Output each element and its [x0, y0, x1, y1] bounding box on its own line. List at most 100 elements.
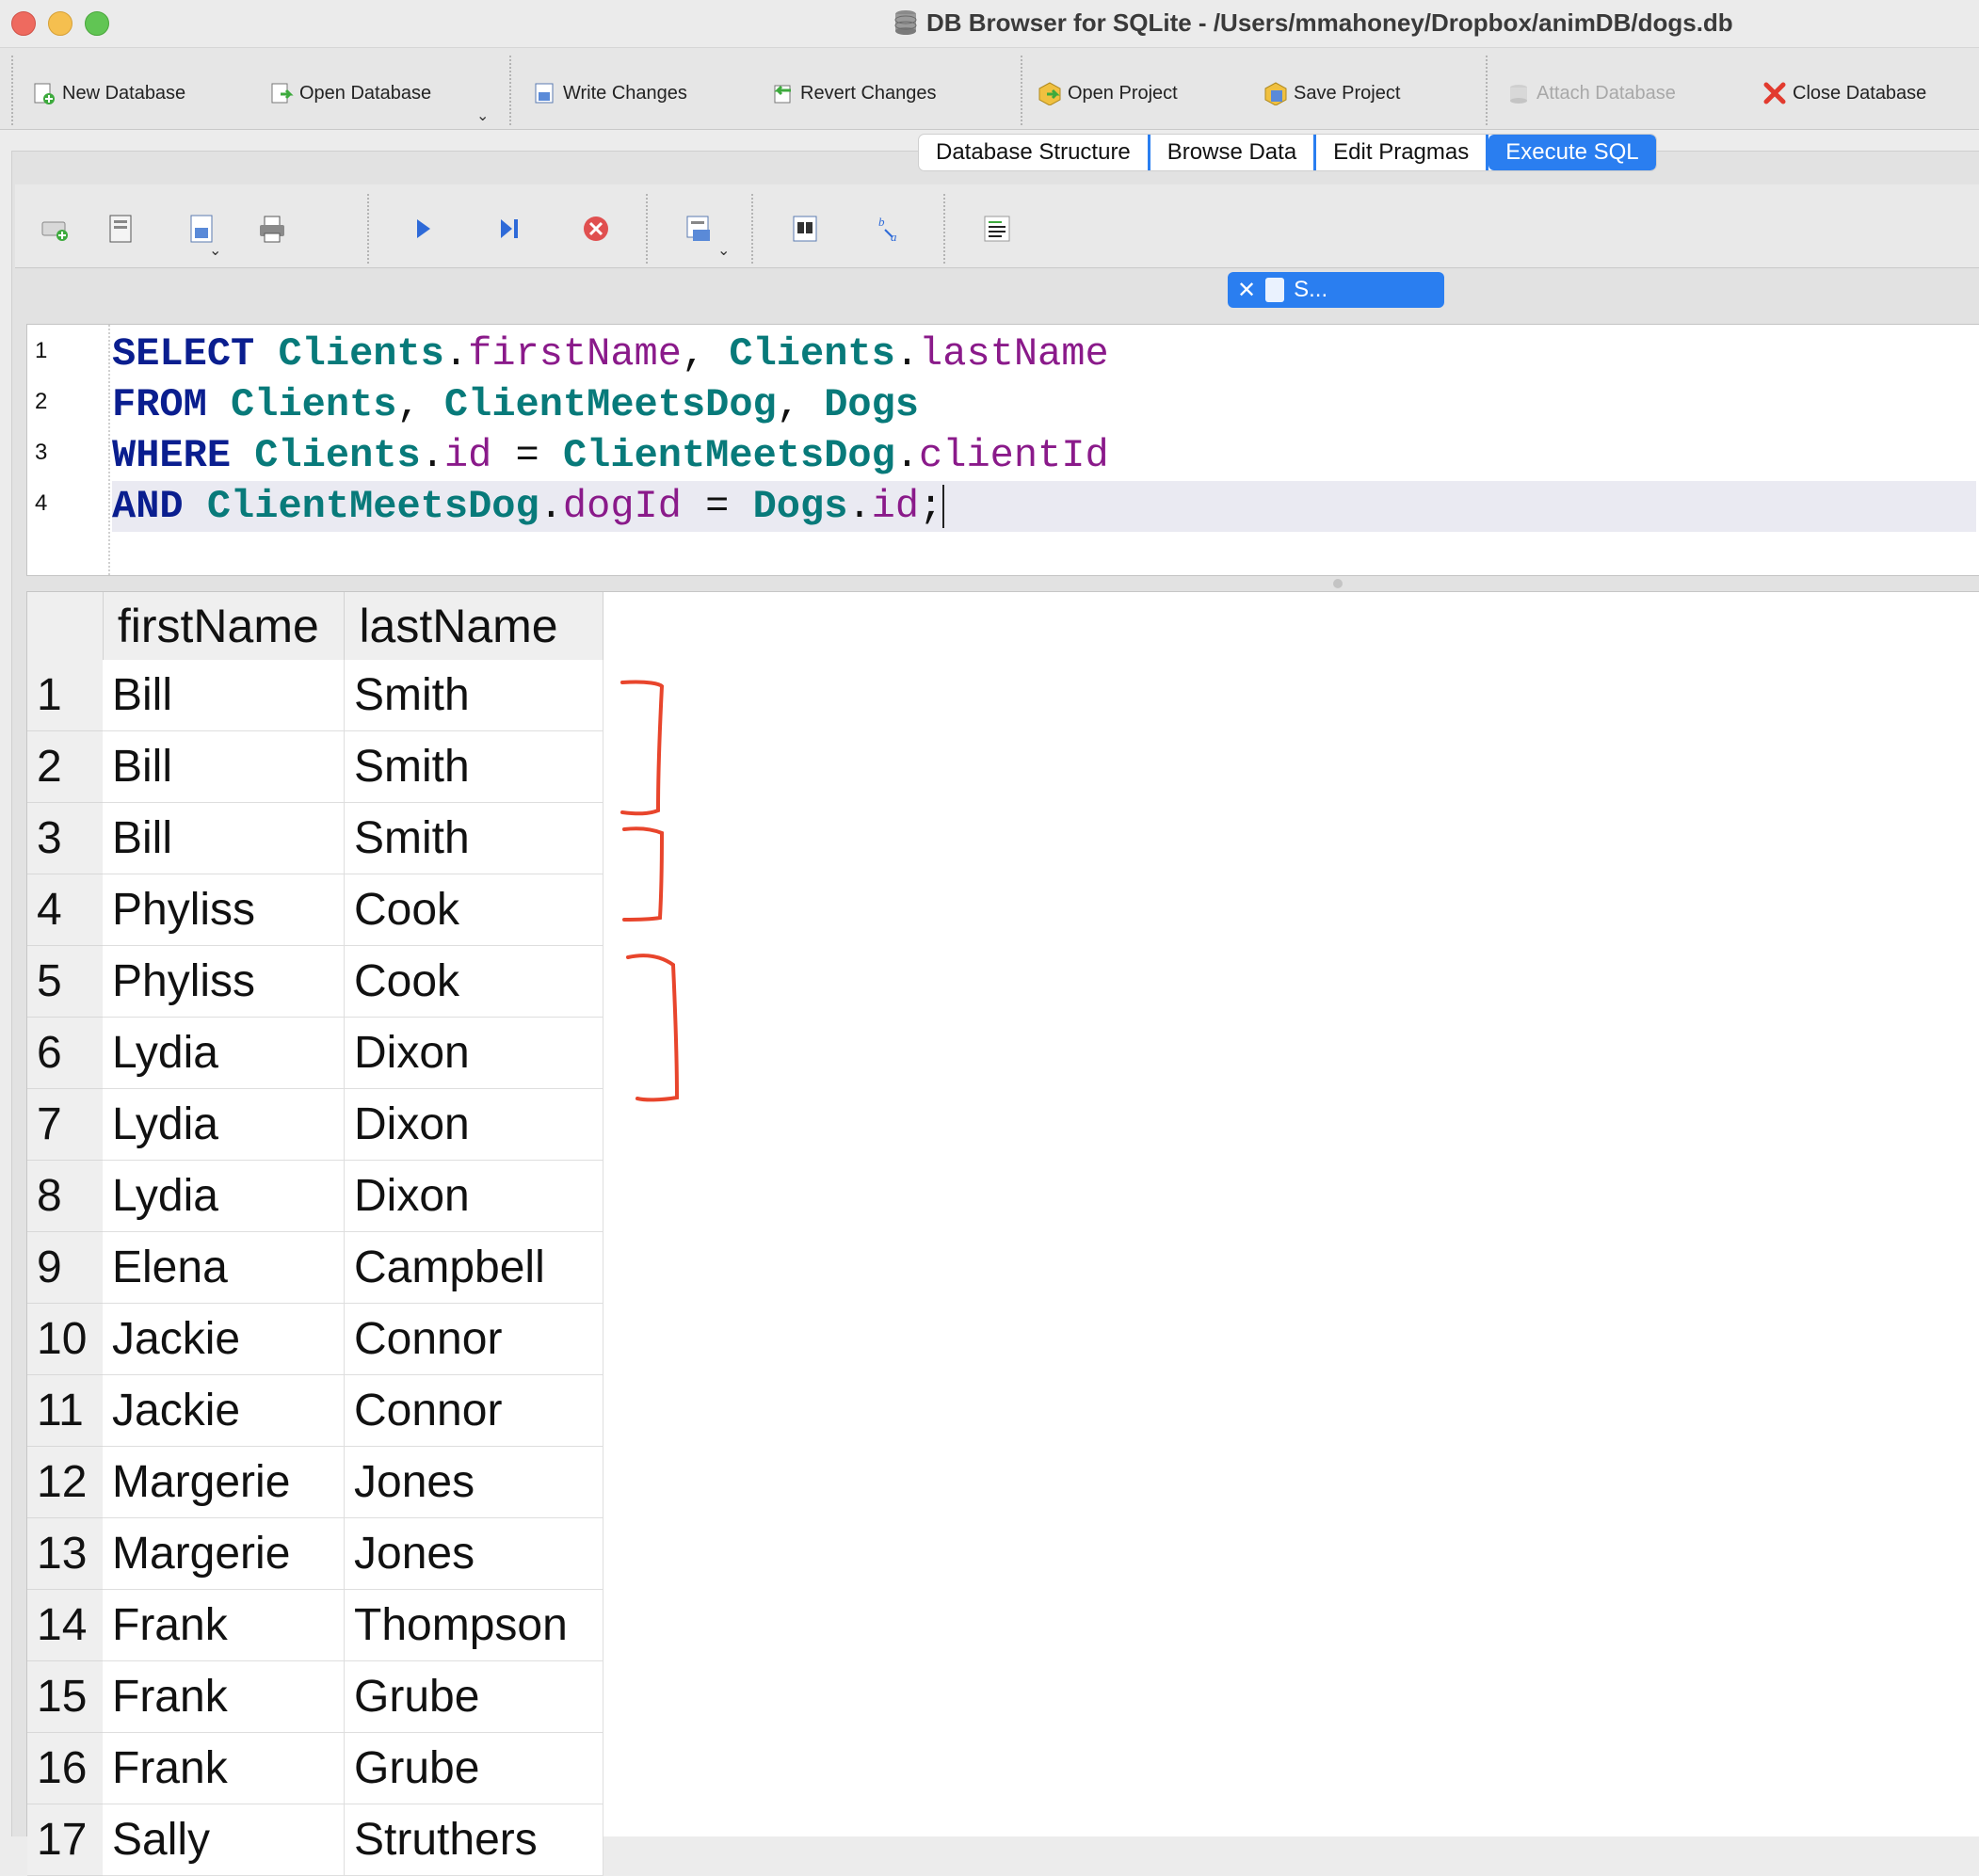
tab-database-structure[interactable]: Database Structure	[919, 135, 1150, 170]
row-number[interactable]: 11	[27, 1375, 103, 1447]
row-number[interactable]: 1	[27, 660, 103, 731]
table-row[interactable]: 14 Frank Thompson	[27, 1590, 603, 1661]
cell-firstname[interactable]: Bill	[103, 660, 345, 731]
zoom-window-button[interactable]	[85, 11, 109, 36]
cell-lastname[interactable]: Smith	[345, 660, 603, 731]
attach-database-button[interactable]: Attach Database	[1506, 76, 1676, 110]
open-database-button[interactable]: Open Database	[269, 76, 431, 110]
tab-browse-data[interactable]: Browse Data	[1150, 135, 1317, 170]
cell-lastname[interactable]: Connor	[345, 1375, 603, 1447]
cell-lastname[interactable]: Thompson	[345, 1590, 603, 1661]
execute-line-icon[interactable]	[493, 213, 525, 245]
row-number[interactable]: 9	[27, 1232, 103, 1304]
column-header-lastname[interactable]: lastName	[345, 592, 603, 660]
row-number[interactable]: 2	[27, 731, 103, 803]
new-database-button[interactable]: New Database	[32, 76, 185, 110]
cell-firstname[interactable]: Margerie	[103, 1447, 345, 1518]
table-row[interactable]: 6 Lydia Dixon	[27, 1018, 603, 1089]
cell-lastname[interactable]: Campbell	[345, 1232, 603, 1304]
cell-firstname[interactable]: Bill	[103, 731, 345, 803]
table-row[interactable]: 8 Lydia Dixon	[27, 1161, 603, 1232]
cell-lastname[interactable]: Dixon	[345, 1089, 603, 1161]
cell-firstname[interactable]: Lydia	[103, 1089, 345, 1161]
row-number[interactable]: 16	[27, 1733, 103, 1804]
close-window-button[interactable]	[11, 11, 36, 36]
find-replace-icon[interactable]: b a	[876, 213, 908, 245]
chevron-down-icon[interactable]: ⌄	[717, 241, 730, 260]
sql-editor-tab[interactable]: ✕ S...	[1228, 272, 1444, 308]
table-row[interactable]: 9 Elena Campbell	[27, 1232, 603, 1304]
table-row[interactable]: 17 Sally Struthers	[27, 1804, 603, 1876]
row-number[interactable]: 12	[27, 1447, 103, 1518]
cell-firstname[interactable]: Bill	[103, 803, 345, 874]
cell-firstname[interactable]: Frank	[103, 1590, 345, 1661]
row-number[interactable]: 5	[27, 946, 103, 1018]
cell-lastname[interactable]: Jones	[345, 1518, 603, 1590]
cell-firstname[interactable]: Frank	[103, 1733, 345, 1804]
cell-firstname[interactable]: Lydia	[103, 1161, 345, 1232]
cell-firstname[interactable]: Jackie	[103, 1304, 345, 1375]
stop-execution-icon[interactable]	[580, 213, 612, 245]
table-row[interactable]: 12 Margerie Jones	[27, 1447, 603, 1518]
chevron-down-icon[interactable]: ⌄	[209, 241, 221, 260]
sql-code-editor[interactable]: 1 2 3 4 SELECT Clients.firstName, Client…	[26, 324, 1979, 576]
table-row[interactable]: 16 Frank Grube	[27, 1733, 603, 1804]
row-number[interactable]: 15	[27, 1661, 103, 1733]
table-row[interactable]: 1 Bill Smith	[27, 660, 603, 731]
revert-changes-button[interactable]: Revert Changes	[770, 76, 937, 110]
results-grid[interactable]: firstName lastName 1 Bill Smith 2 Bill Smith 3…	[26, 591, 1979, 1876]
row-number[interactable]: 13	[27, 1518, 103, 1590]
cell-firstname[interactable]: Sally	[103, 1804, 345, 1876]
table-row[interactable]: 7 Lydia Dixon	[27, 1089, 603, 1161]
cell-lastname[interactable]: Dixon	[345, 1161, 603, 1232]
row-number[interactable]: 17	[27, 1804, 103, 1876]
cell-lastname[interactable]: Dixon	[345, 1018, 603, 1089]
cell-lastname[interactable]: Connor	[345, 1304, 603, 1375]
table-row[interactable]: 15 Frank Grube	[27, 1661, 603, 1733]
cell-firstname[interactable]: Margerie	[103, 1518, 345, 1590]
table-row[interactable]: 5 Phyliss Cook	[27, 946, 603, 1018]
table-row[interactable]: 10 Jackie Connor	[27, 1304, 603, 1375]
tab-execute-sql[interactable]: Execute SQL	[1488, 135, 1656, 170]
row-number[interactable]: 8	[27, 1161, 103, 1232]
row-number[interactable]: 14	[27, 1590, 103, 1661]
row-number[interactable]: 7	[27, 1089, 103, 1161]
tab-edit-pragmas[interactable]: Edit Pragmas	[1316, 135, 1489, 170]
table-row[interactable]: 3 Bill Smith	[27, 803, 603, 874]
open-project-button[interactable]: Open Project	[1038, 76, 1178, 110]
table-row[interactable]: 4 Phyliss Cook	[27, 874, 603, 946]
cell-lastname[interactable]: Grube	[345, 1661, 603, 1733]
minimize-window-button[interactable]	[48, 11, 72, 36]
cell-lastname[interactable]: Smith	[345, 803, 603, 874]
cell-lastname[interactable]: Smith	[345, 731, 603, 803]
table-row[interactable]: 13 Margerie Jones	[27, 1518, 603, 1590]
cell-lastname[interactable]: Grube	[345, 1733, 603, 1804]
cell-firstname[interactable]: Phyliss	[103, 874, 345, 946]
cell-firstname[interactable]: Frank	[103, 1661, 345, 1733]
row-number[interactable]: 6	[27, 1018, 103, 1089]
cell-firstname[interactable]: Elena	[103, 1232, 345, 1304]
column-header-firstname[interactable]: firstName	[104, 592, 346, 660]
save-sql-icon[interactable]	[186, 213, 218, 245]
open-tab-icon[interactable]	[40, 213, 72, 245]
save-project-button[interactable]: Save Project	[1263, 76, 1400, 110]
cell-lastname[interactable]: Struthers	[345, 1804, 603, 1876]
open-sql-icon[interactable]	[105, 213, 137, 245]
cell-lastname[interactable]: Jones	[345, 1447, 603, 1518]
chevron-down-icon[interactable]: ⌄	[476, 106, 489, 125]
cell-lastname[interactable]: Cook	[345, 946, 603, 1018]
row-number[interactable]: 3	[27, 803, 103, 874]
cell-lastname[interactable]: Cook	[345, 874, 603, 946]
print-icon[interactable]	[256, 213, 288, 245]
table-row[interactable]: 11 Jackie Connor	[27, 1375, 603, 1447]
cell-firstname[interactable]: Phyliss	[103, 946, 345, 1018]
execute-all-icon[interactable]	[407, 213, 439, 245]
cell-firstname[interactable]: Jackie	[103, 1375, 345, 1447]
table-row[interactable]: 2 Bill Smith	[27, 731, 603, 803]
row-number[interactable]: 10	[27, 1304, 103, 1375]
splitter-handle[interactable]	[1333, 579, 1343, 588]
cell-firstname[interactable]: Lydia	[103, 1018, 345, 1089]
find-icon[interactable]	[789, 213, 821, 245]
row-number[interactable]: 4	[27, 874, 103, 946]
close-icon[interactable]: ✕	[1237, 277, 1256, 304]
